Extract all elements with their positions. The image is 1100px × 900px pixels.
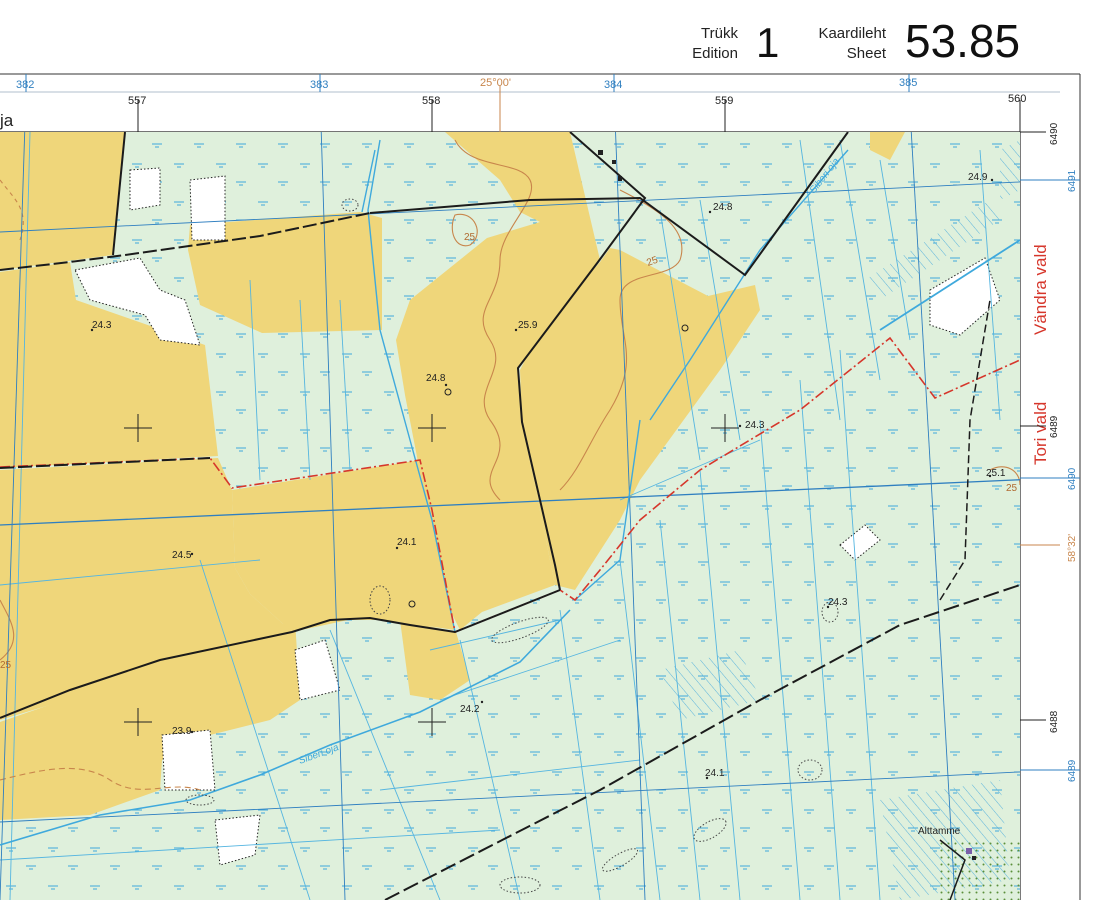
- grid-black-6490: 6490: [1049, 122, 1060, 145]
- municipality-vandra: Vändra vald: [1031, 244, 1050, 335]
- elev-2: 25.9: [518, 320, 538, 331]
- elev-1: 24.3: [92, 320, 112, 331]
- elev-5: 24.9: [968, 172, 988, 183]
- grid-black-6488: 6488: [1049, 710, 1060, 733]
- elev-10: 24.3: [828, 597, 848, 608]
- right-blue-labels: 6491 6490 6489: [1067, 169, 1078, 782]
- elev-13: 24.1: [705, 768, 725, 779]
- elev-4: 24.8: [713, 202, 733, 213]
- corner-fragment-frame: ja: [0, 111, 14, 130]
- field-center-south: [232, 460, 455, 632]
- grid-black-6489: 6489: [1049, 415, 1060, 438]
- right-black-ticks: [1020, 131, 1046, 721]
- elev-6: 24.3: [745, 420, 765, 431]
- clearing-1: [129, 167, 161, 211]
- clearing-2: [189, 175, 226, 241]
- contour-label-1: 25: [464, 232, 476, 243]
- elev-3: 24.8: [426, 373, 446, 384]
- grid-blue-384: 384: [604, 79, 622, 91]
- topographic-map[interactable]: 24.3 25.9 24.8 24.8 24.9 24.3 25.1 24.5 …: [0, 0, 1100, 900]
- elev-7: 25.1: [986, 468, 1006, 479]
- top-black-ticks: [137, 100, 1021, 132]
- clearing-4: [161, 729, 216, 791]
- place-alttamme: Alttamme: [918, 826, 961, 837]
- grid-black-557: 557: [128, 95, 146, 107]
- field-nw: [0, 132, 125, 270]
- elev-12: 24.2: [460, 704, 480, 715]
- elev-8: 24.5: [172, 550, 192, 561]
- grid-blue-382: 382: [16, 79, 34, 91]
- elev-9: 24.1: [397, 537, 417, 548]
- contour-label-3: 25: [1006, 483, 1018, 494]
- grid-blue-385: 385: [899, 77, 917, 89]
- grid-black-560: 560: [1008, 93, 1026, 105]
- grid-blue-6491: 6491: [1067, 169, 1078, 192]
- grid-black-559: 559: [715, 95, 733, 107]
- grid-blue-6489: 6489: [1067, 759, 1078, 782]
- latitude-label: 58°32': [1067, 534, 1078, 562]
- contour-label-4: 25: [0, 660, 12, 671]
- right-black-labels: 6490 6489 6488: [1049, 122, 1060, 733]
- elev-11: 23.9: [172, 726, 192, 737]
- longitude-label: 25°00': [480, 77, 511, 89]
- municipality-tori: Tori vald: [1031, 402, 1050, 465]
- grid-black-558: 558: [422, 95, 440, 107]
- top-black-labels: 557 558 559 560: [128, 93, 1026, 107]
- top-blue-labels: 382 383 384 385: [16, 77, 917, 91]
- top-blue-ticks: [25, 74, 910, 92]
- grid-blue-383: 383: [310, 79, 328, 91]
- grid-blue-6490: 6490: [1067, 467, 1078, 490]
